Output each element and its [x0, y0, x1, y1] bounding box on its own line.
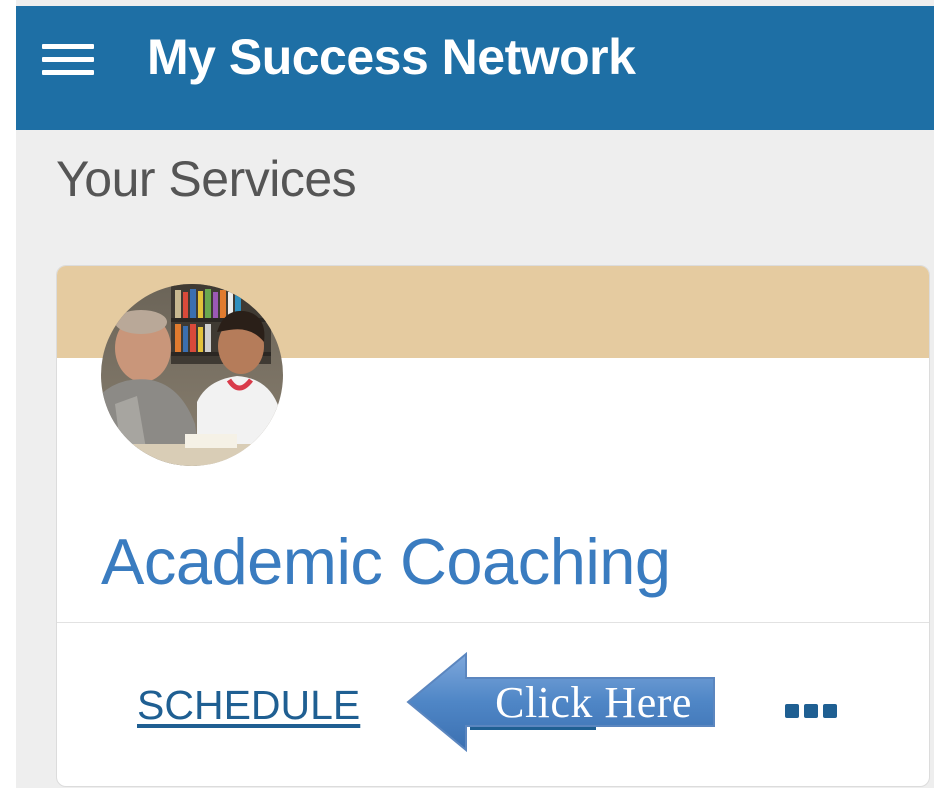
- card-divider: [57, 622, 929, 623]
- service-title: Academic Coaching: [101, 525, 671, 598]
- more-options-icon[interactable]: [785, 704, 837, 718]
- app-frame: My Success Network Your Services Academi…: [16, 0, 934, 788]
- click-here-callout: Click Here: [406, 651, 718, 753]
- app-header: My Success Network: [16, 6, 934, 130]
- callout-text: Click Here: [495, 677, 692, 727]
- section-title: Your Services: [56, 151, 357, 207]
- schedule-link[interactable]: SCHEDULE: [137, 682, 360, 729]
- hamburger-menu-icon[interactable]: [42, 44, 94, 76]
- app-title: My Success Network: [147, 29, 636, 85]
- service-photo: [101, 284, 283, 466]
